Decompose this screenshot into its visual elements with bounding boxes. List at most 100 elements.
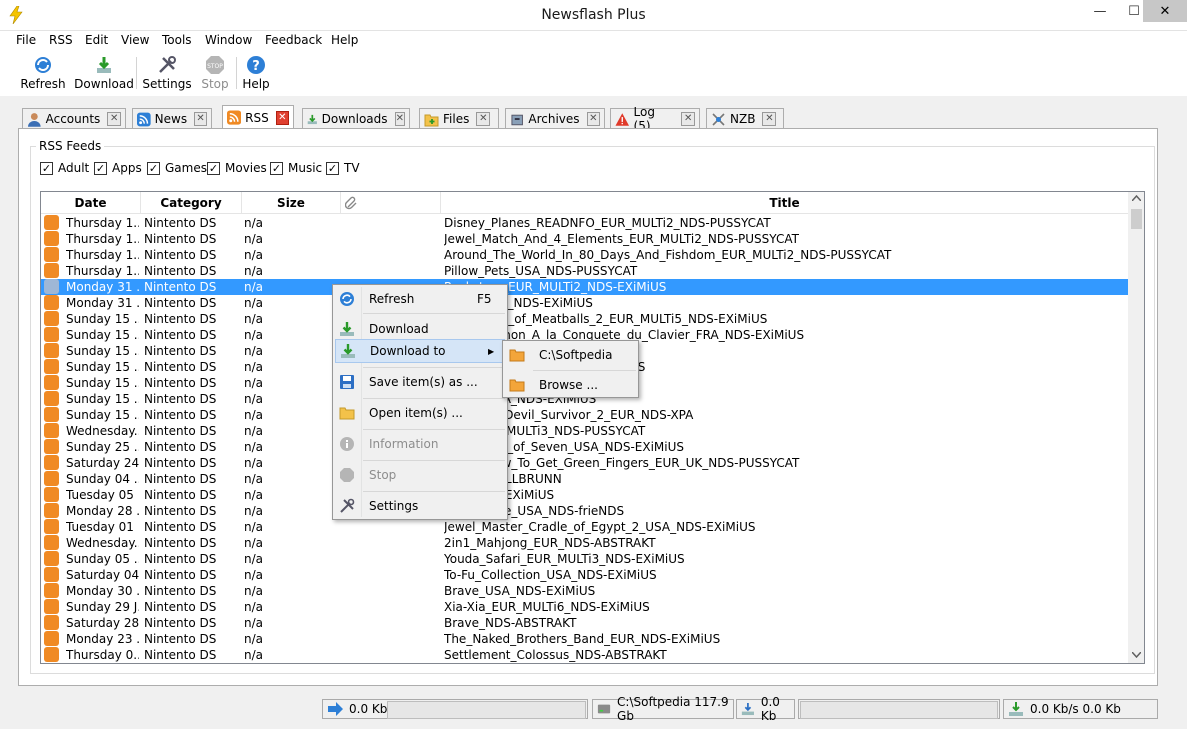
tab-log[interactable]: Log (5) ✕: [610, 105, 700, 133]
menu-help[interactable]: Help: [331, 33, 358, 47]
cell-date: Sunday 15 ...: [66, 408, 139, 422]
menu-window[interactable]: Window: [205, 33, 252, 47]
filter-music-checkbox[interactable]: ✓ Music: [270, 161, 322, 175]
help-button[interactable]: ? Help: [242, 55, 270, 93]
table-row[interactable]: Sunday 15 ... Nintento DS n/a _a_Chance_of_…: [41, 311, 1128, 327]
table-row[interactable]: Thursday 1... Nintento DS n/a Disney_Planes…: [41, 215, 1128, 231]
cell-size: n/a: [244, 328, 264, 342]
tab-close-button[interactable]: ✕: [762, 112, 777, 126]
minimize-button[interactable]: —: [1083, 0, 1117, 22]
table-row[interactable]: Tuesday 05 ... Nintento DS n/a EUR_NDS-EXiM…: [41, 487, 1128, 503]
cell-category: Nintento DS: [144, 568, 217, 582]
table-row[interactable]: Sunday 25 ... Nintento DS n/a _Treasures_of…: [41, 439, 1128, 455]
column-date[interactable]: Date: [41, 192, 141, 214]
tab-rss[interactable]: RSS ✕: [222, 105, 294, 129]
user-icon: [27, 112, 41, 127]
download-icon: [340, 322, 354, 336]
cell-date: Monday 31 ...: [66, 280, 139, 294]
filter-movies-checkbox[interactable]: ✓ Movies: [207, 161, 267, 175]
table-row[interactable]: Sunday 15 ... Nintento DS n/a ni_Tensei_Dev…: [41, 407, 1128, 423]
table-row[interactable]: Tuesday 01 ... Nintento DS n/a Jewel_Master…: [41, 519, 1128, 535]
cell-category: Nintento DS: [144, 488, 217, 502]
cell-category: Nintento DS: [144, 216, 217, 230]
close-window-button[interactable]: ✕: [1143, 0, 1187, 22]
cell-date: Sunday 04 ...: [66, 472, 139, 486]
menu-rss[interactable]: RSS: [49, 33, 73, 47]
filter-apps-checkbox[interactable]: ✓ Apps: [94, 161, 142, 175]
rate-status: 0.0 Kb/s 0.0 Kb: [1003, 699, 1158, 719]
rss-icon: [44, 407, 59, 422]
table-row[interactable]: Wednesday... Nintento DS n/a mes_EUR_MULTi3…: [41, 423, 1128, 439]
column-title[interactable]: Title: [441, 192, 1128, 214]
table-row[interactable]: Monday 23 ... Nintento DS n/a The_Naked_Bro…: [41, 631, 1128, 647]
filter-games-checkbox[interactable]: ✓ Games: [147, 161, 207, 175]
table-row[interactable]: Thursday 1... Nintento DS n/a Around_The_Wo…: [41, 247, 1128, 263]
tab-files[interactable]: Files ✕: [419, 108, 499, 129]
table-row[interactable]: Sunday 04 ... Nintento DS n/a _NDS-QueLLBRU…: [41, 471, 1128, 487]
ctx-download[interactable]: Download: [335, 317, 505, 341]
ctx-settings[interactable]: Settings: [335, 494, 505, 518]
tab-accounts[interactable]: Accounts ✕: [22, 108, 126, 129]
download-status: 0.0 Kb: [736, 695, 795, 723]
table-row[interactable]: Saturday 04... Nintento DS n/a To-Fu_Collec…: [41, 567, 1128, 583]
submenu-softpedia[interactable]: C:\Softpedia: [505, 343, 636, 367]
cell-category: Nintento DS: [144, 264, 217, 278]
scroll-down-icon[interactable]: [1132, 652, 1141, 658]
refresh-label: Refresh: [20, 77, 66, 91]
menu-file[interactable]: File: [16, 33, 36, 47]
table-row[interactable]: Thursday 1... Nintento DS n/a Pillow_Pets_U…: [41, 263, 1128, 279]
tab-close-button[interactable]: ✕: [586, 112, 600, 126]
filter-tv-checkbox[interactable]: ✓ TV: [326, 161, 360, 175]
tab-close-button[interactable]: ✕: [476, 112, 491, 126]
cell-date: Sunday 29 J...: [66, 600, 139, 614]
ctx-open-items[interactable]: Open item(s) ...: [335, 401, 505, 425]
menu-tools[interactable]: Tools: [162, 33, 192, 47]
tab-downloads[interactable]: Downloads ✕: [302, 108, 410, 129]
table-row[interactable]: Thursday 1... Nintento DS n/a Jewel_Match_A…: [41, 231, 1128, 247]
tab-close-button[interactable]: ✕: [394, 112, 405, 126]
rss-icon: [44, 551, 59, 566]
column-size[interactable]: Size: [242, 192, 341, 214]
cell-category: Nintento DS: [144, 392, 217, 406]
refresh-button[interactable]: Refresh: [20, 55, 66, 93]
ctx-save-items-as[interactable]: Save item(s) as ...: [335, 370, 505, 394]
ctx-download-to[interactable]: Download to ▶: [335, 339, 505, 363]
table-row[interactable]: Monday 31 ... Nintento DS n/a Rockstars_EUR…: [41, 279, 1128, 295]
table-row[interactable]: Sunday 29 J... Nintento DS n/a Xia-Xia_EUR_…: [41, 599, 1128, 615]
download-button[interactable]: Download: [74, 55, 134, 93]
vertical-scrollbar[interactable]: [1128, 192, 1144, 663]
menu-view[interactable]: View: [121, 33, 149, 47]
table-row[interactable]: Monday 28 ... Nintento DS n/a n_Boutique_US…: [41, 503, 1128, 519]
stop-button[interactable]: STOP Stop: [200, 55, 230, 93]
cell-title: Settlement_Colossus_NDS-ABSTRAKT: [444, 648, 667, 662]
menu-edit[interactable]: Edit: [85, 33, 108, 47]
tab-close-button[interactable]: ✕: [681, 112, 695, 126]
tab-nzb[interactable]: NZB ✕: [706, 108, 784, 129]
table-row[interactable]: Sunday 05 ... Nintento DS n/a Youda_Safari_…: [41, 551, 1128, 567]
rss-items-list[interactable]: Date Category Size Title Thursday 1... Ni…: [40, 191, 1145, 664]
column-category[interactable]: Category: [141, 192, 242, 214]
settings-button[interactable]: Settings: [142, 55, 192, 93]
tab-close-button[interactable]: ✕: [107, 112, 121, 126]
scroll-thumb[interactable]: [1131, 209, 1142, 229]
table-row[interactable]: Saturday 24... Nintento DS n/a Guide_How_To…: [41, 455, 1128, 471]
table-row[interactable]: Thursday 0... Nintento DS n/a Settlement_Co…: [41, 647, 1128, 663]
submenu-browse[interactable]: Browse ...: [505, 373, 636, 397]
tab-close-button[interactable]: ✕: [194, 112, 207, 126]
filter-adult-checkbox[interactable]: ✓ Adult: [40, 161, 89, 175]
ctx-refresh[interactable]: Refresh F5: [335, 287, 505, 311]
ctx-stop[interactable]: Stop: [335, 463, 505, 487]
ctx-information[interactable]: Information: [335, 432, 505, 456]
tab-archives[interactable]: Archives ✕: [505, 108, 605, 129]
menu-feedback[interactable]: Feedback: [265, 33, 322, 47]
table-row[interactable]: Wednesday... Nintento DS n/a 2in1_Mahjong_E…: [41, 535, 1128, 551]
column-attachment[interactable]: [341, 192, 441, 214]
tab-news[interactable]: News ✕: [132, 108, 212, 129]
tab-close-button[interactable]: ✕: [275, 110, 289, 125]
table-row[interactable]: Saturday 28... Nintento DS n/a Brave_NDS-AB…: [41, 615, 1128, 631]
download-progress-bar: [800, 701, 998, 719]
list-header: Date Category Size Title: [41, 192, 1128, 214]
table-row[interactable]: Monday 31 ... Nintento DS n/a Kings_USA_NDS…: [41, 295, 1128, 311]
scroll-up-icon[interactable]: [1132, 195, 1141, 201]
table-row[interactable]: Monday 30 ... Nintento DS n/a Brave_USA_NDS…: [41, 583, 1128, 599]
